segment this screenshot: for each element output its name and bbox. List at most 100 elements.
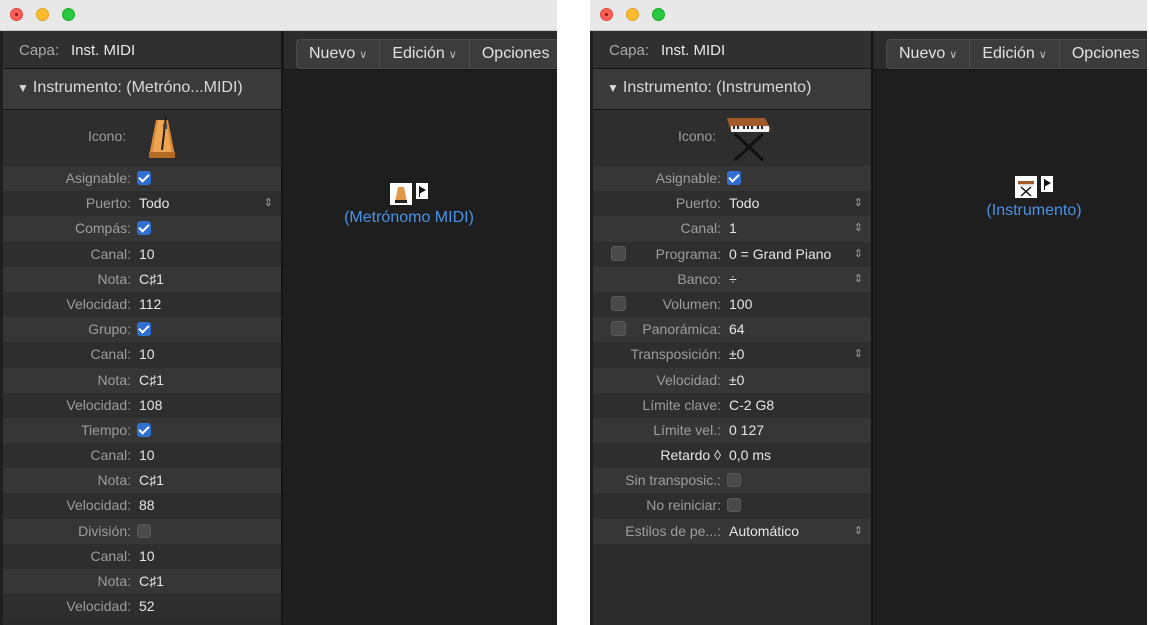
minimize-button[interactable]	[36, 8, 49, 21]
updown-arrows-icon[interactable]: ⇕	[854, 347, 863, 360]
menu-edicion[interactable]: Edición ∨	[380, 40, 470, 68]
param-row[interactable]: Velocidad: 112	[3, 291, 281, 318]
param-row[interactable]: Compás:	[3, 216, 281, 242]
param-value[interactable]: C♯1	[139, 573, 164, 589]
param-row[interactable]: Velocidad: ±0	[593, 367, 871, 393]
param-row[interactable]: Puerto: Todo ⇕	[593, 191, 871, 217]
metronome-icon[interactable]	[146, 114, 178, 160]
menu-edicion[interactable]: Edición ∨	[970, 40, 1060, 68]
param-row[interactable]: Sin transposic.:	[593, 468, 871, 494]
layer-row[interactable]: Capa: Inst. MIDI	[3, 31, 281, 69]
param-row[interactable]: Estilos de pe...: Automático ⇕	[593, 518, 871, 544]
instrument-object[interactable]: (Instrumento)	[954, 176, 1114, 220]
param-value[interactable]: Todo	[139, 195, 169, 211]
param-row[interactable]: Canal: 10	[3, 241, 281, 267]
param-row[interactable]: Canal: 1 ⇕	[593, 216, 871, 242]
param-value[interactable]: C♯1	[139, 372, 164, 388]
param-row[interactable]: Banco: ÷ ⇕	[593, 266, 871, 292]
param-checkbox[interactable]	[137, 221, 151, 236]
param-row[interactable]: Asignable:	[593, 166, 871, 192]
param-row[interactable]: Nota: C♯1	[3, 367, 281, 393]
param-enable-checkbox[interactable]	[611, 245, 626, 261]
disclosure-triangle-icon[interactable]: ▼	[607, 81, 619, 95]
param-row[interactable]: Puerto: Todo ⇕	[3, 191, 281, 217]
param-row[interactable]: Velocidad: 88	[3, 493, 281, 519]
param-row[interactable]: No reiniciar:	[593, 493, 871, 519]
minimize-button[interactable]	[626, 8, 639, 21]
param-row[interactable]: Volumen: 100	[593, 291, 871, 318]
updown-arrows-icon[interactable]: ⇕	[854, 247, 863, 260]
param-value[interactable]: 108	[139, 397, 162, 413]
param-row[interactable]: Tiempo:	[3, 417, 281, 444]
param-value[interactable]: 10	[139, 447, 155, 463]
param-row[interactable]: Velocidad: 52	[3, 594, 281, 620]
param-row[interactable]: Grupo:	[3, 317, 281, 343]
param-row[interactable]: Límite clave: C-2 G8	[593, 392, 871, 418]
instrument-header[interactable]: ▼ Instrumento: (Metróno...MIDI)	[3, 69, 281, 110]
param-row[interactable]: Canal: 10	[3, 543, 281, 569]
param-value[interactable]: 52	[139, 598, 155, 614]
param-value[interactable]: ±0	[729, 372, 744, 388]
param-enable-checkbox[interactable]	[611, 295, 626, 311]
close-button[interactable]	[10, 8, 23, 21]
disclosure-triangle-icon[interactable]: ▼	[17, 81, 29, 95]
layer-row[interactable]: Capa: Inst. MIDI	[593, 31, 871, 69]
layer-value[interactable]: Inst. MIDI	[71, 42, 135, 59]
updown-arrows-icon[interactable]: ⇕	[854, 272, 863, 285]
param-value[interactable]: 0 = Grand Piano	[729, 246, 831, 262]
param-row[interactable]: Límite vel.: 0 127	[593, 417, 871, 444]
param-row[interactable]: Asignable:	[3, 166, 281, 192]
param-checkbox[interactable]	[727, 473, 741, 488]
param-checkbox[interactable]	[137, 523, 151, 538]
zoom-button[interactable]	[62, 8, 75, 21]
param-row[interactable]: Velocidad: 108	[3, 392, 281, 418]
param-value[interactable]: C-2 G8	[729, 397, 774, 413]
param-value[interactable]: Automático	[729, 523, 799, 539]
param-value[interactable]: 64	[729, 321, 745, 337]
menu-opciones[interactable]: Opciones	[470, 40, 557, 68]
menu-nuevo[interactable]: Nuevo ∨	[297, 40, 381, 68]
param-value[interactable]: 88	[139, 497, 155, 513]
instrument-header[interactable]: ▼ Instrumento: (Instrumento)	[593, 69, 871, 110]
param-value[interactable]: C♯1	[139, 271, 164, 287]
param-value[interactable]: Todo	[729, 195, 759, 211]
menu-opciones[interactable]: Opciones	[1060, 40, 1147, 68]
param-value[interactable]: 10	[139, 346, 155, 362]
param-checkbox[interactable]	[137, 171, 151, 185]
param-row[interactable]: Retardo ◊ 0,0 ms	[593, 443, 871, 469]
param-checkbox[interactable]	[727, 498, 741, 513]
param-value[interactable]: 1	[729, 220, 737, 236]
param-row[interactable]: Canal: 10	[3, 342, 281, 368]
param-value[interactable]: 112	[139, 296, 161, 312]
param-value[interactable]: ±0	[729, 346, 744, 362]
param-row[interactable]: Panorámica: 64	[593, 317, 871, 343]
keyboard-synth-icon[interactable]	[721, 114, 773, 162]
param-checkbox[interactable]	[137, 322, 151, 337]
param-row[interactable]: Transposición: ±0 ⇕	[593, 342, 871, 368]
param-enable-checkbox[interactable]	[611, 321, 626, 337]
param-value[interactable]: 10	[139, 246, 155, 262]
param-value[interactable]: 0,0 ms	[729, 447, 771, 463]
metronome-object[interactable]: (Metrónomo MIDI)	[324, 183, 494, 227]
param-value[interactable]: 10	[139, 548, 155, 564]
param-value[interactable]: C♯1	[139, 472, 164, 488]
param-row[interactable]: Canal: 10	[3, 443, 281, 469]
param-row[interactable]: Programa: 0 = Grand Piano ⇕	[593, 241, 871, 267]
layer-value[interactable]: Inst. MIDI	[661, 42, 725, 59]
updown-arrows-icon[interactable]: ⇕	[854, 221, 863, 234]
param-value[interactable]: ÷	[729, 271, 737, 287]
close-button[interactable]	[600, 8, 613, 21]
param-row[interactable]: División:	[3, 518, 281, 544]
param-checkbox[interactable]	[727, 171, 741, 185]
param-row[interactable]: Nota: C♯1	[3, 569, 281, 595]
param-row[interactable]: Nota: C♯1	[3, 468, 281, 494]
param-value[interactable]: 100	[729, 296, 752, 312]
updown-arrows-icon[interactable]: ⇕	[264, 196, 273, 209]
param-checkbox[interactable]	[137, 422, 151, 437]
menu-nuevo[interactable]: Nuevo ∨	[887, 40, 971, 68]
updown-arrows-icon[interactable]: ⇕	[854, 196, 863, 209]
param-row[interactable]: Nota: C♯1	[3, 266, 281, 292]
param-value[interactable]: 0 127	[729, 422, 764, 438]
zoom-button[interactable]	[652, 8, 665, 21]
updown-arrows-icon[interactable]: ⇕	[854, 524, 863, 537]
